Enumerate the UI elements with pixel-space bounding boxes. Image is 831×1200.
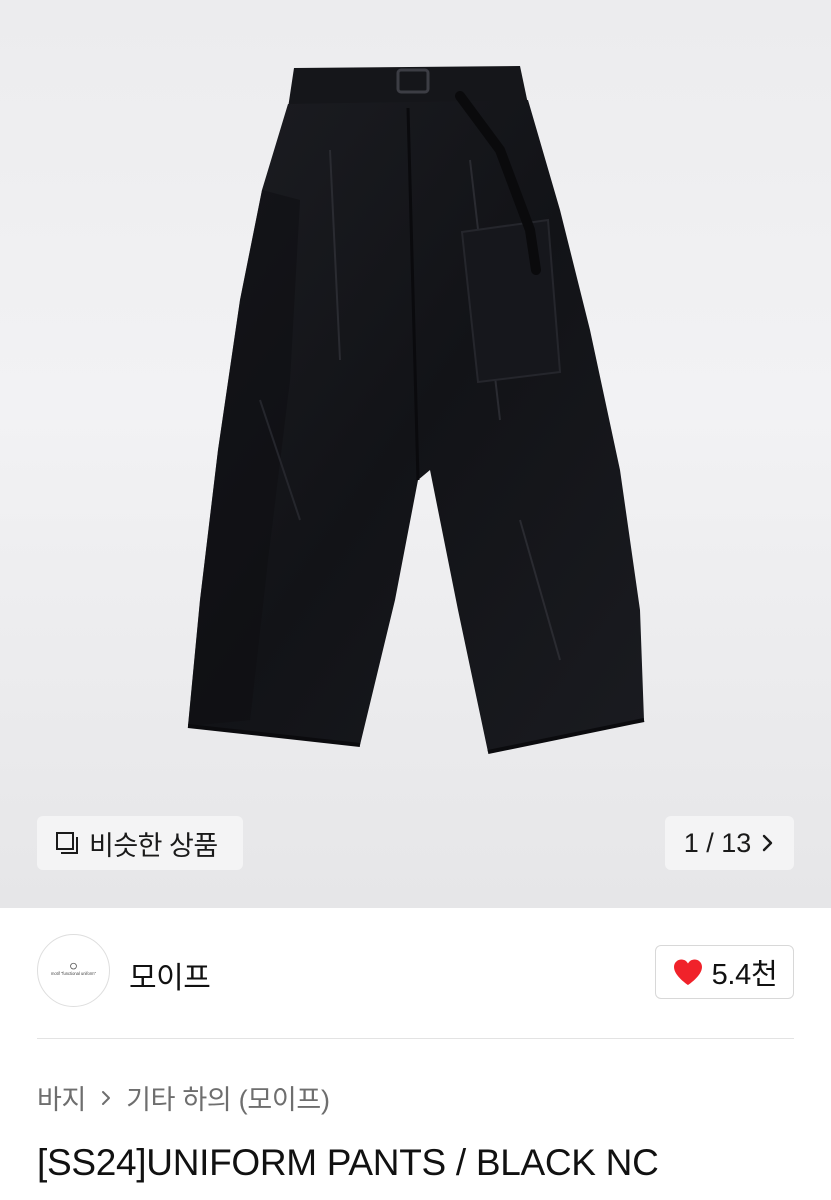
chevron-right-icon — [763, 834, 773, 852]
like-button[interactable]: 5.4천 — [655, 945, 794, 999]
breadcrumb: 바지 기타 하의 (모이프) — [37, 1078, 330, 1117]
similar-products-button[interactable]: 비슷한 상품 — [37, 816, 243, 870]
section-divider — [37, 1038, 794, 1039]
shop-name[interactable]: 모이프 — [129, 953, 211, 997]
product-photo — [187, 66, 645, 754]
like-count: 5.4천 — [711, 959, 778, 991]
shop-avatar[interactable]: motif "functional uniform" — [37, 934, 110, 1007]
breadcrumb-item-pants[interactable]: 바지 — [37, 1078, 86, 1117]
breadcrumb-item-other-bottoms[interactable]: 기타 하의 (모이프) — [126, 1078, 330, 1117]
heart-icon — [673, 959, 702, 985]
product-title: [SS24]UNIFORM PANTS / BLACK NC — [37, 1142, 659, 1183]
image-pager-count: 1 / 13 — [683, 827, 752, 858]
avatar-logo-text: motif "functional uniform" — [51, 971, 97, 976]
stacked-squares-icon — [56, 832, 78, 854]
chevron-right-icon — [102, 1090, 111, 1105]
similar-products-label: 비슷한 상품 — [89, 830, 218, 861]
image-pager-button[interactable]: 1 / 13 — [665, 816, 794, 870]
shop-logo-avatar: motif "functional uniform" — [51, 962, 97, 976]
product-image-gallery[interactable]: 비슷한 상품 1 / 13 — [0, 0, 831, 908]
